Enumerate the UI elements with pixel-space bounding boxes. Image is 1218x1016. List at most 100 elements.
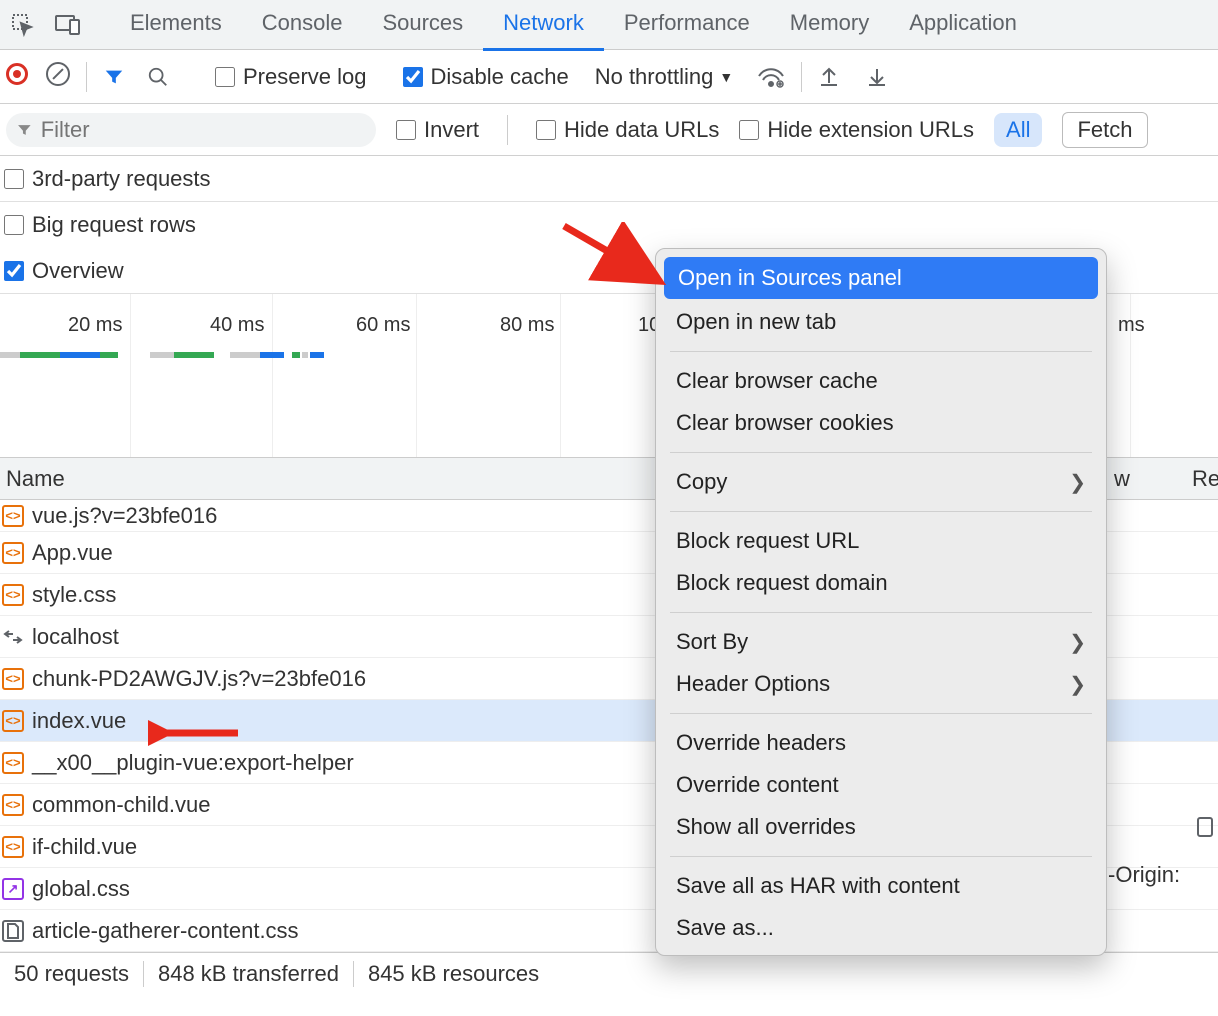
tick-80ms: 80 ms — [500, 314, 554, 337]
big-rows-checkbox[interactable]: Big request rows — [4, 212, 196, 238]
request-name: common-child.vue — [32, 792, 211, 818]
ctx-open-in-new-tab[interactable]: Open in new tab — [656, 301, 1106, 343]
annotation-arrow-2 — [148, 718, 248, 748]
ctx-block-request-domain[interactable]: Block request domain — [656, 562, 1106, 604]
record-button[interactable] — [6, 63, 28, 91]
doc-file-icon — [2, 920, 24, 942]
ctx-label: Save as... — [676, 915, 774, 941]
hide-ext-label: Hide extension URLs — [767, 117, 974, 143]
ctx-clear-browser-cookies[interactable]: Clear browser cookies — [656, 402, 1106, 444]
request-name: global.css — [32, 876, 130, 902]
ctx-label: Sort By — [676, 629, 748, 655]
request-name: style.css — [32, 582, 116, 608]
code-file-icon: <> — [2, 584, 24, 606]
status-requests: 50 requests — [0, 961, 143, 987]
request-name: article-gatherer-content.css — [32, 918, 299, 944]
request-name: App.vue — [32, 540, 113, 566]
request-name: localhost — [32, 624, 119, 650]
ctx-label: Block request domain — [676, 570, 888, 596]
request-name: if-child.vue — [32, 834, 137, 860]
ctx-label: Header Options — [676, 671, 830, 697]
ctx-override-headers[interactable]: Override headers — [656, 722, 1106, 764]
invert-label: Invert — [424, 117, 479, 143]
upload-har-icon[interactable] — [818, 65, 840, 89]
ctx-sort-by[interactable]: Sort By❯ — [656, 621, 1106, 663]
code-file-icon: <> — [2, 668, 24, 690]
device-toggle-icon[interactable] — [45, 15, 90, 35]
code-file-icon: <> — [2, 752, 24, 774]
hide-data-urls-checkbox[interactable]: Hide data URLs — [536, 117, 719, 143]
code-file-icon: <> — [2, 542, 24, 564]
filter-input-box[interactable] — [6, 113, 376, 147]
disable-cache-label: Disable cache — [431, 64, 569, 90]
css-file-icon: ↗ — [2, 878, 24, 900]
annotation-arrow-1 — [560, 222, 670, 292]
hide-extension-urls-checkbox[interactable]: Hide extension URLs — [739, 117, 974, 143]
tab-application[interactable]: Application — [889, 0, 1037, 51]
ctx-label: Open in Sources panel — [678, 265, 902, 291]
filter-pill-all[interactable]: All — [994, 113, 1042, 147]
throttling-dropdown[interactable]: No throttling ▼ — [595, 64, 733, 90]
tab-elements[interactable]: Elements — [110, 0, 242, 51]
search-icon[interactable] — [147, 66, 169, 88]
tab-sources[interactable]: Sources — [362, 0, 483, 51]
tab-console[interactable]: Console — [242, 0, 363, 51]
tab-performance[interactable]: Performance — [604, 0, 770, 51]
funnel-icon — [16, 121, 33, 139]
filter-toggle-icon[interactable] — [103, 66, 125, 88]
response-panel-peek-icon — [1196, 816, 1214, 844]
tab-memory[interactable]: Memory — [770, 0, 889, 51]
third-party-checkbox[interactable]: 3rd-party requests — [4, 166, 211, 192]
ctx-show-all-overrides[interactable]: Show all overrides — [656, 806, 1106, 848]
preserve-log-checkbox[interactable]: Preserve log — [215, 64, 367, 90]
code-file-icon: <> — [2, 710, 24, 732]
network-conditions-icon[interactable] — [757, 66, 785, 88]
ctx-label: Block request URL — [676, 528, 859, 554]
overview-checkbox[interactable]: Overview — [4, 258, 124, 284]
big-rows-label: Big request rows — [32, 212, 196, 238]
ctx-save-as-[interactable]: Save as... — [656, 907, 1106, 949]
ctx-header-options[interactable]: Header Options❯ — [656, 663, 1106, 705]
subrow-3rd-party: 3rd-party requests — [0, 156, 1218, 202]
tick-40ms: 40 ms — [210, 314, 264, 337]
header-origin-peek: -Origin: — [1108, 862, 1180, 888]
download-har-icon[interactable] — [866, 65, 888, 89]
ctx-label: Clear browser cache — [676, 368, 878, 394]
col-preview[interactable]: w — [1108, 466, 1136, 492]
ctx-label: Save all as HAR with content — [676, 873, 960, 899]
ctx-open-in-sources-panel[interactable]: Open in Sources panel — [664, 257, 1098, 299]
tick-60ms: 60 ms — [356, 314, 410, 337]
invert-checkbox[interactable]: Invert — [396, 117, 479, 143]
hide-data-label: Hide data URLs — [564, 117, 719, 143]
col-rest[interactable]: Re — [1186, 466, 1218, 492]
ctx-override-content[interactable]: Override content — [656, 764, 1106, 806]
filter-fetch-button[interactable]: Fetch — [1062, 112, 1147, 148]
request-name: vue.js?v=23bfe016 — [32, 503, 217, 529]
context-menu: Open in Sources panel Open in new tab Clea… — [655, 248, 1107, 956]
chevron-right-icon: ❯ — [1069, 470, 1086, 495]
overview-label: Overview — [32, 258, 124, 284]
inspect-icon[interactable] — [0, 13, 45, 37]
ctx-clear-browser-cache[interactable]: Clear browser cache — [656, 360, 1106, 402]
tick-ms: ms — [1118, 314, 1145, 337]
filter-input[interactable] — [41, 117, 360, 143]
clear-button[interactable] — [46, 62, 70, 92]
caret-down-icon: ▼ — [719, 69, 733, 85]
third-party-label: 3rd-party requests — [32, 166, 211, 192]
websocket-icon — [2, 626, 24, 648]
preserve-log-label: Preserve log — [243, 64, 367, 90]
ctx-save-all-as-har-with-content[interactable]: Save all as HAR with content — [656, 865, 1106, 907]
code-file-icon: <> — [2, 794, 24, 816]
network-toolbar: Preserve log Disable cache No throttling… — [0, 50, 1218, 104]
status-resources: 845 kB resources — [354, 961, 553, 987]
ctx-label: Show all overrides — [676, 814, 856, 840]
ctx-copy[interactable]: Copy ❯ — [656, 461, 1106, 503]
tab-network[interactable]: Network — [483, 0, 604, 51]
ctx-label: Override headers — [676, 730, 846, 756]
throttling-label: No throttling — [595, 64, 714, 90]
filter-bar: Invert Hide data URLs Hide extension URL… — [0, 104, 1218, 156]
disable-cache-checkbox[interactable]: Disable cache — [403, 64, 569, 90]
tick-20ms: 20 ms — [68, 314, 122, 337]
ctx-block-request-url[interactable]: Block request URL — [656, 520, 1106, 562]
ctx-label: Copy — [676, 469, 727, 495]
